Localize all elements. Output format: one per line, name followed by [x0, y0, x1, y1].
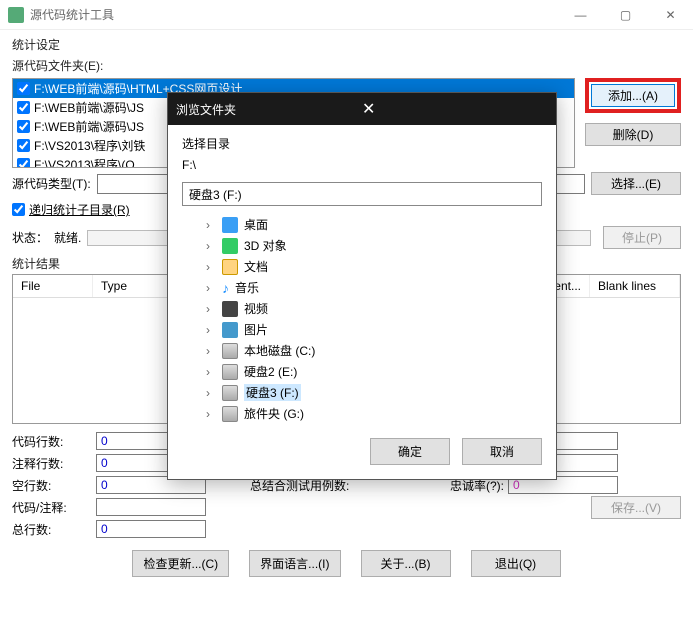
exit-button[interactable]: 退出(Q)	[471, 550, 561, 577]
dialog-path: F:\	[182, 158, 542, 172]
dialog-ok-button[interactable]: 确定	[370, 438, 450, 465]
minimize-button[interactable]: —	[558, 0, 603, 29]
folder-check[interactable]	[17, 101, 30, 114]
expand-arrow-icon[interactable]: ›	[206, 344, 216, 358]
folder-tree[interactable]: › 桌面 › 3D 对象 › 文档 › ♪ 音乐 › 视频 › 图片 › 本地磁盘 (C:) › 硬盘2 (E:…	[182, 214, 542, 424]
tree-item-label: 旅件央 (G:)	[244, 405, 304, 422]
titlebar: 源代码统计工具 — ▢ ✕	[0, 0, 693, 30]
stop-button[interactable]: 停止(P)	[603, 226, 681, 249]
select-type-button[interactable]: 选择...(E)	[591, 172, 681, 195]
folder-icon	[222, 217, 238, 233]
delete-folder-button[interactable]: 删除(D)	[585, 123, 681, 146]
tree-item[interactable]: › 本地磁盘 (C:)	[182, 340, 542, 361]
tree-item-label: 图片	[244, 321, 268, 338]
blank-lines-label: 空行数:	[12, 477, 92, 494]
add-button-highlight: 添加...(A)	[585, 78, 681, 113]
total-value	[96, 520, 206, 538]
folder-check[interactable]	[17, 82, 30, 95]
tree-item[interactable]: › ♪ 音乐	[182, 277, 542, 298]
tree-item-label: 硬盘3 (F:)	[244, 384, 301, 401]
tree-item[interactable]: › 硬盘2 (E:)	[182, 361, 542, 382]
tree-item[interactable]: › 3D 对象	[182, 235, 542, 256]
dialog-close-icon[interactable]: ✕	[356, 99, 548, 119]
folder-icon	[222, 301, 238, 317]
expand-arrow-icon[interactable]: ›	[206, 386, 216, 400]
expand-arrow-icon[interactable]: ›	[206, 260, 216, 274]
code-lines-label: 代码行数:	[12, 433, 92, 450]
tree-item[interactable]: › 视频	[182, 298, 542, 319]
tree-item[interactable]: › 图片	[182, 319, 542, 340]
expand-arrow-icon[interactable]: ›	[206, 323, 216, 337]
folder-icon	[222, 238, 238, 254]
col-file[interactable]: File	[13, 275, 93, 297]
ratio-label: 代码/注释:	[12, 499, 92, 516]
save-button[interactable]: 保存...(V)	[591, 496, 681, 519]
status-value: 就绪.	[54, 229, 81, 246]
tree-item-label: 本地磁盘 (C:)	[244, 342, 315, 359]
expand-arrow-icon[interactable]: ›	[206, 365, 216, 379]
folder-icon	[222, 385, 238, 401]
total-label: 总行数:	[12, 521, 92, 538]
location-input[interactable]	[182, 182, 542, 206]
folder-icon: ♪	[222, 280, 229, 296]
check-update-button[interactable]: 检查更新...(C)	[132, 550, 229, 577]
comment-lines-label: 注释行数:	[12, 455, 92, 472]
dialog-title: 浏览文件夹	[176, 101, 356, 118]
expand-arrow-icon[interactable]: ›	[206, 239, 216, 253]
tree-item-label: 视频	[244, 300, 268, 317]
tree-item-label: 桌面	[244, 216, 268, 233]
type-label: 源代码类型(T):	[12, 175, 91, 192]
tree-item-label: 3D 对象	[244, 237, 287, 254]
tree-item-label: 硬盘2 (E:)	[244, 363, 297, 380]
folder-icon	[222, 406, 238, 422]
app-icon	[8, 7, 24, 23]
tree-item[interactable]: › 旅件央 (G:)	[182, 403, 542, 424]
maximize-button[interactable]: ▢	[603, 0, 648, 29]
folders-label: 源代码文件夹(E):	[12, 57, 681, 74]
expand-arrow-icon[interactable]: ›	[206, 302, 216, 316]
add-folder-button[interactable]: 添加...(A)	[591, 84, 675, 107]
status-label: 状态：	[12, 229, 48, 246]
col-blank[interactable]: Blank lines	[590, 275, 680, 297]
close-button[interactable]: ✕	[648, 0, 693, 29]
tree-item-label: 文档	[244, 258, 268, 275]
recurse-checkbox[interactable]	[12, 203, 25, 216]
folder-icon	[222, 322, 238, 338]
folder-icon	[222, 364, 238, 380]
browse-folder-dialog: 浏览文件夹 ✕ 选择目录 F:\ ›桌面›3D 对象›文档›♪音乐›视频›图片›…	[167, 92, 557, 480]
about-button[interactable]: 关于...(B)	[361, 550, 451, 577]
folder-check[interactable]	[17, 120, 30, 133]
folder-icon	[222, 259, 238, 275]
tree-item-label: 音乐	[235, 279, 259, 296]
ratio-value	[96, 498, 206, 516]
tree-item[interactable]: › 文档	[182, 256, 542, 277]
folder-icon	[222, 343, 238, 359]
tree-item[interactable]: › 硬盘3 (F:)	[182, 382, 542, 403]
expand-arrow-icon[interactable]: ›	[206, 407, 216, 421]
window-title: 源代码统计工具	[30, 6, 558, 23]
tree-item[interactable]: › 桌面	[182, 214, 542, 235]
expand-arrow-icon[interactable]: ›	[206, 281, 216, 295]
folder-check[interactable]	[17, 158, 30, 168]
expand-arrow-icon[interactable]: ›	[206, 218, 216, 232]
folder-check[interactable]	[17, 139, 30, 152]
dialog-cancel-button[interactable]: 取消	[462, 438, 542, 465]
settings-group-label: 统计设定	[12, 36, 681, 53]
dialog-heading: 选择目录	[182, 135, 542, 152]
dialog-titlebar[interactable]: 浏览文件夹 ✕	[168, 93, 556, 125]
language-button[interactable]: 界面语言...(I)	[249, 550, 340, 577]
recurse-label: 递归统计子目录(R)	[29, 201, 130, 218]
